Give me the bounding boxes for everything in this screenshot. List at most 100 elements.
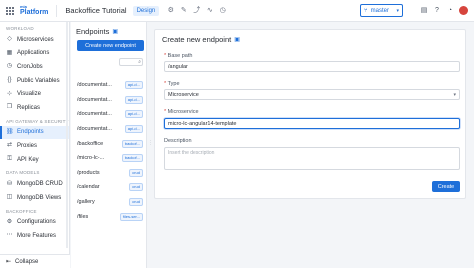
endpoint-path: /gallery: [77, 199, 95, 206]
sidebar-item-mongodb-views[interactable]: ◫ MongoDB Views: [0, 191, 69, 205]
section-title-api-gateway: API Gateway & Security: [6, 118, 69, 124]
notifications-icon[interactable]: ◔: [446, 7, 454, 15]
sidebar-item-public-variables[interactable]: {} Public Variables: [0, 74, 69, 88]
settings-icon[interactable]: ⚙: [167, 7, 174, 14]
avatar[interactable]: [459, 6, 468, 15]
section-title-data-models: Data Models: [6, 170, 40, 176]
sidebar-item-label: Replicas: [17, 104, 41, 111]
sidebar-item-endpoints[interactable]: ⛓ Endpoints: [0, 125, 69, 140]
project-title[interactable]: Backoffice Tutorial: [65, 6, 126, 15]
list-item[interactable]: /micro-lc-... backof...: [71, 151, 147, 166]
create-endpoint-button[interactable]: Create new endpoint: [77, 40, 144, 51]
microservice-select[interactable]: micro-lc-angular14-template: [164, 118, 460, 129]
chevron-down-icon: ▾: [396, 7, 399, 14]
deploy-icon[interactable]: ⤴: [193, 7, 200, 14]
endpoint-list: /documentat... api-d... /documentat... api…: [71, 78, 147, 224]
endpoint-tag: api-d...: [124, 125, 143, 134]
help-icon[interactable]: ?: [433, 7, 441, 15]
branch-name: master: [370, 7, 389, 14]
list-item[interactable]: /documentat... api-d...: [71, 78, 147, 93]
edit-icon[interactable]: ✎: [180, 7, 187, 14]
endpoint-tag: api-d...: [124, 81, 143, 90]
history-icon[interactable]: ◷: [219, 7, 226, 14]
base-path-label: * Base path: [164, 53, 192, 59]
sidebar-item-visualize[interactable]: ⊹ Visualize: [0, 87, 69, 101]
form-title-text: Create new endpoint: [162, 35, 232, 44]
sidebar-item-api-key[interactable]: ⚿ API Key: [0, 153, 69, 167]
list-item[interactable]: /backoffice backof...: [71, 136, 147, 151]
endpoint-tag: crud: [129, 183, 143, 192]
list-item[interactable]: /products crud: [71, 166, 147, 181]
description-textarea[interactable]: Insert the description: [164, 147, 460, 170]
endpoint-path: /documentat...: [77, 111, 112, 118]
sidebar-item-label: API Key: [17, 156, 39, 163]
list-item[interactable]: /gallery crud: [71, 195, 147, 210]
sidebar-item-label: MongoDB Views: [17, 194, 62, 201]
section-title-workload: Workload: [6, 26, 34, 31]
collapse-icon: ⇤: [6, 259, 12, 265]
sidebar-item-label: Proxies: [17, 142, 38, 149]
save-icon[interactable]: ▤: [420, 7, 428, 15]
type-select[interactable]: Microservice ▾: [164, 89, 460, 100]
docs-icon[interactable]: ▣: [234, 36, 240, 43]
sidebar-item-label: Public Variables: [17, 77, 60, 84]
type-label: * Type: [164, 81, 180, 87]
sidebar-item-mongodb-crud[interactable]: ⛁ MongoDB CRUD: [0, 177, 69, 191]
sidebar-item-cronjobs[interactable]: ◷ CronJobs: [0, 60, 69, 74]
replicas-icon: ❐: [6, 104, 13, 111]
search-input[interactable]: ⌕: [119, 58, 143, 66]
type-value: Microservice: [168, 91, 199, 98]
sidebar-item-label: Configurations: [17, 219, 56, 226]
settings-icon: ⚙: [6, 218, 13, 225]
endpoint-path: /products: [77, 169, 100, 176]
sidebar-item-microservices[interactable]: ◇ Microservices: [0, 33, 69, 47]
sidebar-item-label: Applications: [17, 50, 50, 57]
create-button[interactable]: Create: [432, 181, 460, 192]
create-endpoint-form: Create new endpoint ▣ * Base path /angul…: [154, 29, 466, 199]
sidebar-item-label: Microservices: [17, 36, 54, 43]
sidebar-item-replicas[interactable]: ❐ Replicas: [0, 101, 69, 115]
endpoint-path: /documentat...: [77, 96, 112, 103]
description-label: Description: [164, 138, 192, 144]
list-item[interactable]: /files files-ser...: [71, 209, 147, 224]
base-path-input[interactable]: /angular: [164, 61, 460, 72]
database-icon: ⛁: [6, 180, 13, 187]
endpoints-title: Endpoints ▣: [76, 27, 118, 36]
docs-icon[interactable]: ▣: [112, 28, 118, 35]
sidebar-scrollbar[interactable]: [66, 22, 68, 248]
endpoint-tag: crud: [129, 168, 143, 177]
panel-resize-handle[interactable]: ⋮: [148, 140, 153, 146]
endpoint-path: /documentat...: [77, 126, 112, 133]
endpoint-path: /documentat...: [77, 82, 112, 89]
list-item[interactable]: /calendar crud: [71, 180, 147, 195]
sidebar-item-label: CronJobs: [17, 63, 43, 70]
sidebar-item-more-features[interactable]: ⋯ More Features: [0, 229, 69, 243]
microservice-label: * Microservice: [164, 109, 199, 115]
design-mode-tab[interactable]: Design: [132, 5, 160, 16]
list-item[interactable]: /documentat... api-d...: [71, 93, 147, 108]
list-item[interactable]: /documentat... api-d...: [71, 107, 147, 122]
analytics-icon[interactable]: ∿: [206, 7, 213, 14]
graph-icon: ⊹: [6, 90, 13, 97]
logo-text: Platform: [20, 9, 49, 16]
link-icon: ⛓: [6, 128, 14, 135]
list-item[interactable]: /documentat... api-d...: [71, 122, 147, 137]
sidebar-item-configurations[interactable]: ⚙ Configurations: [0, 216, 69, 230]
platform-logo[interactable]: mia Platform: [20, 5, 49, 17]
collapse-button[interactable]: ⇤ Collapse: [0, 254, 70, 268]
endpoint-path: /calendar: [77, 184, 100, 191]
form-title: Create new endpoint ▣: [162, 35, 240, 44]
top-bar: mia Platform Backoffice Tutorial Design …: [0, 0, 474, 22]
sidebar-item-label: MongoDB CRUD: [17, 181, 63, 188]
clock-icon: ◷: [6, 63, 13, 70]
proxy-icon: ⇄: [6, 142, 13, 149]
endpoint-tag: api-d...: [124, 110, 143, 119]
more-icon: ⋯: [6, 232, 13, 239]
microservice-label-text: Microservice: [167, 109, 199, 115]
sidebar-item-applications[interactable]: ▦ Applications: [0, 47, 69, 61]
branch-selector[interactable]: ⑂ master ▾: [360, 4, 403, 17]
sidebar-item-proxies[interactable]: ⇄ Proxies: [0, 139, 69, 153]
cube-icon: ◇: [7, 36, 12, 43]
app-grid-icon[interactable]: [6, 6, 14, 15]
base-path-label-text: Base path: [167, 53, 193, 59]
